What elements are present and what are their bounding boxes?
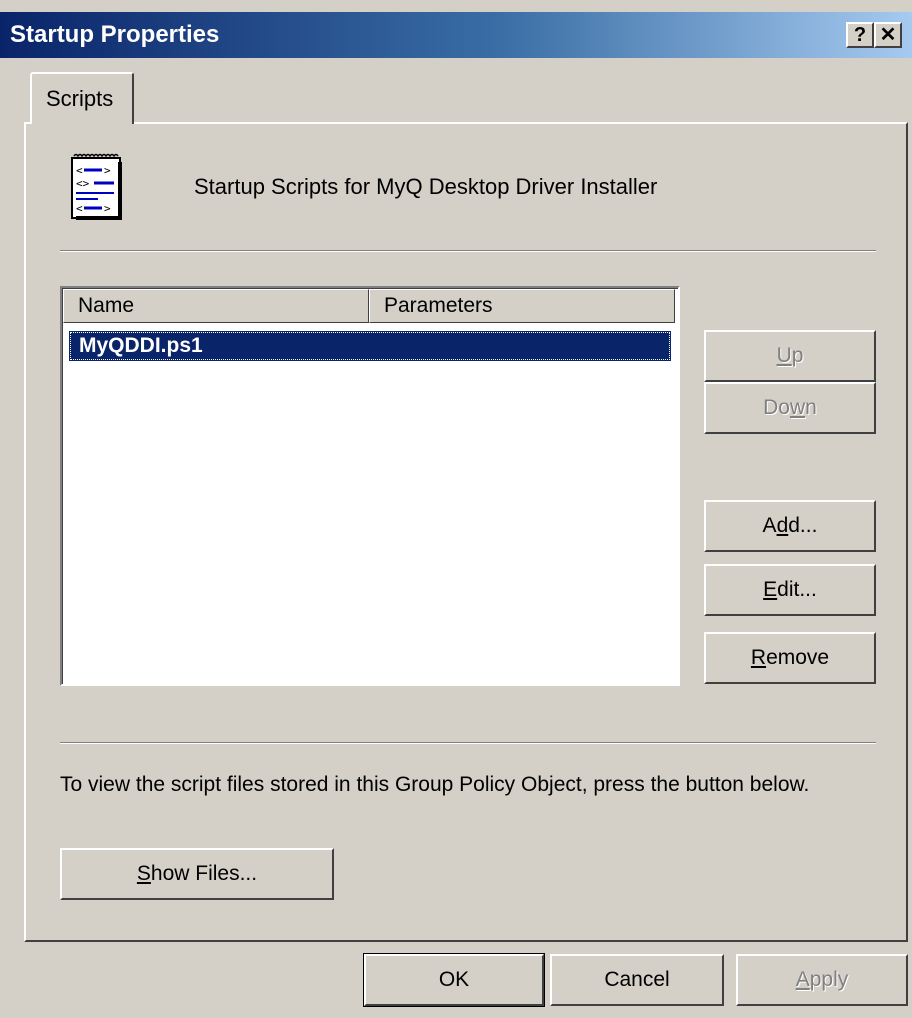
svg-text:<: < — [76, 202, 83, 215]
close-button[interactable]: ✕ — [874, 22, 902, 48]
svg-text:>: > — [104, 202, 111, 215]
title-bar[interactable]: Startup Properties ? ✕ — [0, 12, 912, 58]
remove-button[interactable]: Remove — [704, 632, 876, 684]
tab-scripts-label: Scripts — [46, 86, 114, 111]
script-icon: < > <> < > — [71, 153, 122, 220]
show-files-label-rest: how Files... — [150, 862, 258, 885]
remove-mnemonic: R — [750, 646, 767, 669]
down-label-rest: n — [805, 396, 817, 419]
svg-text:>: > — [104, 164, 111, 177]
edit-mnemonic: E — [763, 578, 778, 601]
cancel-button[interactable]: Cancel — [550, 954, 724, 1006]
down-label-start: Do — [763, 396, 790, 419]
help-button[interactable]: ? — [846, 22, 874, 48]
up-label-rest: p — [791, 344, 804, 367]
scripts-header-text: Startup Scripts for MyQ Desktop Driver I… — [194, 174, 658, 199]
apply-mnemonic: A — [795, 968, 810, 991]
show-files-info-text: To view the script files stored in this … — [60, 773, 810, 796]
down-mnemonic: w — [790, 396, 806, 419]
apply-label-rest: pply — [809, 968, 849, 991]
scripts-list[interactable]: Name Parameters MyQDDI.ps1 — [60, 286, 680, 686]
up-mnemonic: U — [776, 344, 792, 367]
ok-button[interactable]: OK — [363, 953, 545, 1007]
add-button[interactable]: Add... — [704, 500, 876, 552]
tab-scripts[interactable]: Scripts — [30, 72, 134, 124]
add-mnemonic: d — [776, 514, 789, 537]
separator — [60, 742, 876, 744]
show-files-mnemonic: S — [136, 862, 151, 885]
add-label-start: A — [762, 514, 777, 537]
window-title: Startup Properties — [10, 21, 220, 48]
down-button[interactable]: Down — [704, 382, 876, 434]
up-button[interactable]: Up — [704, 330, 876, 382]
show-files-button[interactable]: Show Files... — [60, 848, 334, 900]
svg-text:<>: <> — [76, 177, 90, 190]
svg-text:<: < — [76, 164, 83, 177]
remove-label-rest: emove — [766, 646, 830, 669]
column-header-name[interactable]: Name — [63, 289, 369, 323]
add-label-rest: d... — [788, 514, 818, 537]
edit-label-rest: dit... — [777, 578, 817, 601]
list-item[interactable]: MyQDDI.ps1 — [69, 331, 671, 361]
apply-button[interactable]: Apply — [736, 954, 908, 1006]
edit-button[interactable]: Edit... — [704, 564, 876, 616]
separator — [60, 250, 876, 252]
column-header-parameters[interactable]: Parameters — [369, 289, 675, 323]
